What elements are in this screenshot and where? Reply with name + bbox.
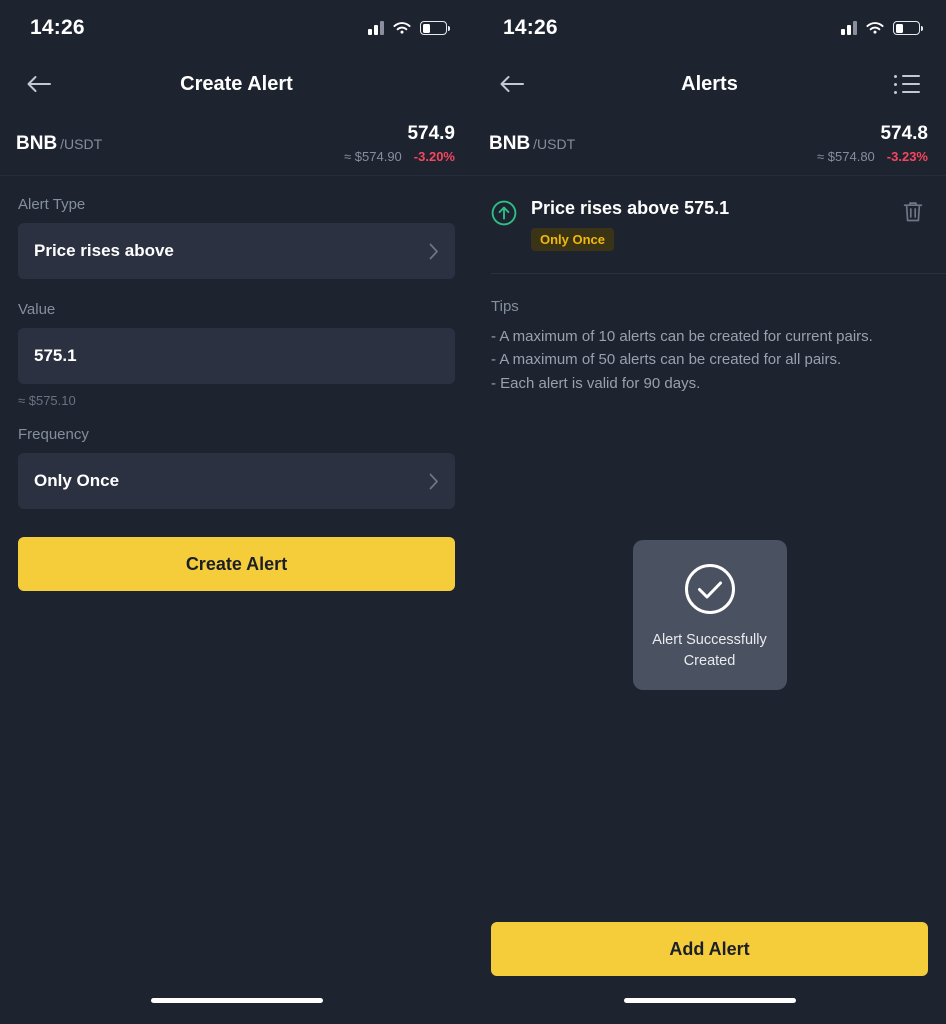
back-button[interactable] — [22, 67, 56, 101]
trading-pair: BNB /USDT — [489, 133, 575, 155]
alert-direction — [491, 200, 519, 231]
battery-icon — [893, 21, 923, 35]
status-bar-icons — [841, 21, 923, 36]
home-indicator-left — [0, 976, 473, 1024]
home-bar — [150, 997, 323, 1003]
value-input[interactable]: 575.1 — [18, 328, 455, 384]
signal-bars-icon — [841, 21, 857, 35]
status-bar-icons — [368, 21, 450, 36]
status-bar-left: 14:26 — [0, 0, 473, 56]
alert-type-value: Price rises above — [34, 241, 174, 260]
wifi-icon — [393, 21, 411, 34]
alert-list-item[interactable]: Price rises above 575.1 Only Once — [473, 176, 946, 251]
back-button[interactable] — [495, 67, 529, 101]
success-toast: Alert Successfully Created — [632, 539, 787, 690]
frequency-select[interactable]: Only Once — [18, 453, 455, 509]
dual-screen-container: 14:26 Create Alert BNB /USDT 574.9 ≈ $57… — [0, 0, 946, 1024]
delete-alert-button[interactable] — [902, 200, 928, 229]
alert-frequency-badge: Only Once — [531, 228, 615, 251]
alert-title: Price rises above 575.1 — [531, 198, 730, 218]
value-input-text: 575.1 — [34, 346, 77, 365]
chevron-right-icon — [429, 243, 438, 259]
nav-bar-right: Alerts — [473, 56, 946, 112]
toast-overlay: Alert Successfully Created — [473, 395, 946, 922]
list-icon — [894, 74, 920, 94]
frequency-label: Frequency — [18, 426, 89, 443]
alerts-screen: 14:26 Alerts BNB /USDT 574.8 ≈ $574.80 -… — [473, 0, 946, 1024]
nav-bar-left: Create Alert — [0, 56, 473, 112]
alert-type-label: Alert Type — [18, 196, 86, 213]
check-circle-icon — [684, 563, 735, 614]
tips-title: Tips — [491, 298, 519, 315]
home-bar — [623, 997, 796, 1003]
last-price: 574.9 — [407, 122, 455, 144]
add-alert-button[interactable]: Add Alert — [491, 922, 928, 976]
value-label: Value — [18, 301, 56, 318]
status-bar-clock: 14:26 — [30, 16, 85, 39]
status-bar-right: 14:26 — [473, 0, 946, 56]
arrow-left-icon — [27, 76, 51, 92]
ticker-header-left[interactable]: BNB /USDT 574.9 ≈ $574.90 -3.20% — [0, 112, 473, 176]
change-percent: -3.20% — [413, 148, 455, 164]
frequency-value: Only Once — [34, 471, 120, 490]
alerts-list-menu-button[interactable] — [890, 67, 924, 101]
wifi-icon — [866, 21, 884, 34]
pair-base-symbol: BNB — [489, 132, 531, 154]
change-percent: -3.23% — [886, 148, 928, 164]
alert-details: Price rises above 575.1 Only Once — [519, 198, 902, 251]
price-block: 574.8 ≈ $574.80 -3.23% — [817, 123, 928, 164]
trading-pair: BNB /USDT — [16, 133, 102, 155]
create-alert-screen: 14:26 Create Alert BNB /USDT 574.9 ≈ $57… — [0, 0, 473, 1024]
usd-value: ≈ $574.90 — [344, 148, 402, 164]
usd-value: ≈ $574.80 — [817, 148, 875, 164]
tips-section: Tips - A maximum of 10 alerts can be cre… — [473, 274, 946, 395]
left-spacer — [0, 591, 473, 976]
arrow-left-icon — [500, 76, 524, 92]
ticker-header-right[interactable]: BNB /USDT 574.8 ≈ $574.80 -3.23% — [473, 112, 946, 176]
toast-message: Alert Successfully Created — [652, 631, 767, 669]
page-title: Create Alert — [180, 72, 293, 95]
tips-line: - A maximum of 10 alerts can be created … — [491, 328, 873, 345]
bottom-action-area: Add Alert — [473, 922, 946, 976]
page-title: Alerts — [681, 72, 738, 95]
value-usd-hint: ≈ $575.10 — [18, 393, 76, 408]
price-subline: ≈ $574.90 -3.20% — [344, 149, 455, 165]
pair-quote-symbol: /USDT — [533, 135, 576, 152]
status-bar-clock: 14:26 — [503, 16, 558, 39]
signal-bars-icon — [368, 21, 384, 35]
battery-icon — [420, 21, 450, 35]
create-alert-button[interactable]: Create Alert — [18, 537, 455, 591]
tips-line: - A maximum of 50 alerts can be created … — [491, 351, 842, 369]
tips-line: - Each alert is valid for 90 days. — [491, 374, 701, 392]
create-alert-form: Alert Type Price rises above Value 575.1… — [0, 176, 473, 591]
trash-icon — [903, 202, 923, 222]
home-indicator-right — [473, 976, 946, 1024]
pair-quote-symbol: /USDT — [60, 135, 103, 152]
pair-base-symbol: BNB — [16, 132, 58, 154]
chevron-right-icon — [429, 473, 438, 489]
price-block: 574.9 ≈ $574.90 -3.20% — [344, 123, 455, 164]
arrow-up-circle-icon — [491, 200, 517, 226]
alert-type-select[interactable]: Price rises above — [18, 223, 455, 279]
last-price: 574.8 — [880, 122, 928, 144]
price-subline: ≈ $574.80 -3.23% — [817, 149, 928, 165]
